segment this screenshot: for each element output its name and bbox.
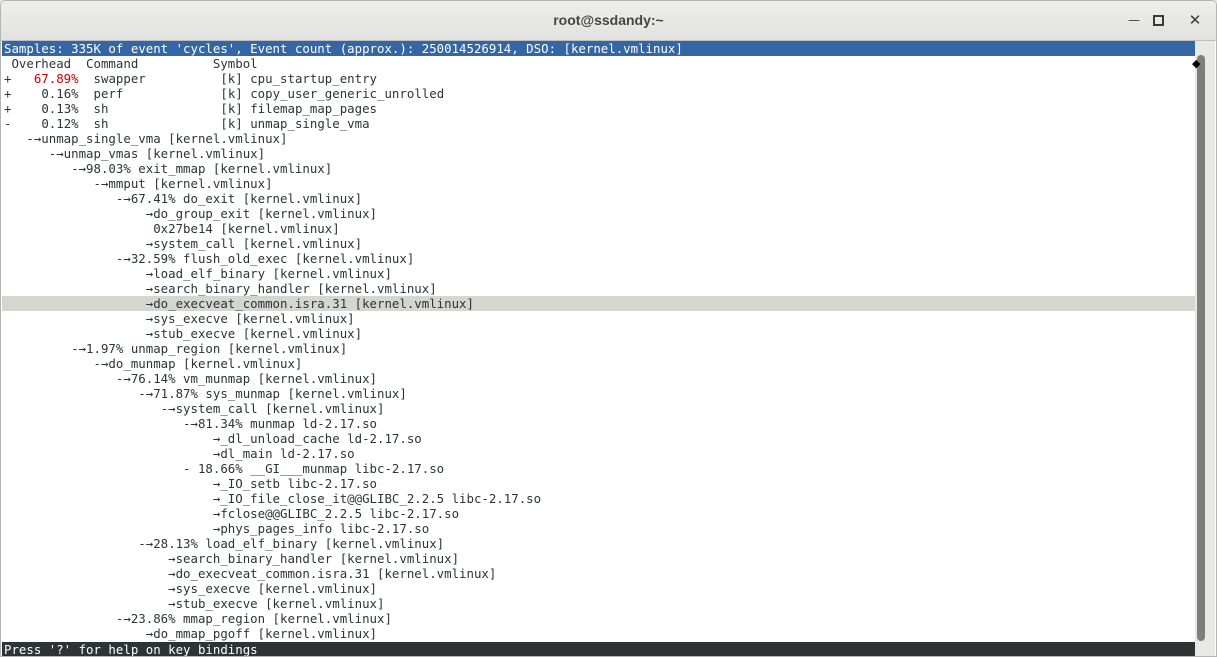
callchain-row[interactable]: -→do_munmap [kernel.vmlinux]: [2, 356, 1195, 371]
entry-list: + 67.89% swapper [k] cpu_startup_entry + …: [2, 71, 1195, 131]
callchain-row[interactable]: →sys_execve [kernel.vmlinux]: [2, 581, 1195, 596]
callchain-row[interactable]: →system_call [kernel.vmlinux]: [2, 236, 1195, 251]
callchain-row[interactable]: -→76.14% vm_munmap [kernel.vmlinux]: [2, 371, 1195, 386]
perf-report-view[interactable]: Samples: 335K of event 'cycles', Event c…: [2, 41, 1195, 656]
minimize-icon[interactable]: —: [1125, 11, 1143, 29]
callchain-row-selected[interactable]: →do_execveat_common.isra.31 [kernel.vmli…: [2, 296, 1195, 311]
callchain-row[interactable]: -→unmap_vmas [kernel.vmlinux]: [2, 146, 1195, 161]
callchain-row[interactable]: →dl_main ld-2.17.so: [2, 446, 1195, 461]
callchain-row[interactable]: -→81.34% munmap ld-2.17.so: [2, 416, 1195, 431]
entry-toggle: +: [4, 71, 34, 86]
entry-details: perf [k] copy_user_generic_unrolled: [78, 86, 445, 101]
entry-row[interactable]: + 0.16% perf [k] copy_user_generic_unrol…: [2, 86, 1195, 101]
callchain-row[interactable]: →do_execveat_common.isra.31 [kernel.vmli…: [2, 566, 1195, 581]
callchain-row[interactable]: →_IO_setb libc-2.17.so: [2, 476, 1195, 491]
callchain-row[interactable]: -→28.13% load_elf_binary [kernel.vmlinux…: [2, 536, 1195, 551]
callchain-row[interactable]: →_IO_file_close_it@@GLIBC_2.2.5 libc-2.1…: [2, 491, 1195, 506]
entry-details: sh [k] unmap_single_vma: [78, 116, 370, 131]
callchain-row[interactable]: -→71.87% sys_munmap [kernel.vmlinux]: [2, 386, 1195, 401]
callchain-row[interactable]: -→98.03% exit_mmap [kernel.vmlinux]: [2, 161, 1195, 176]
callchain-row[interactable]: →stub_execve [kernel.vmlinux]: [2, 326, 1195, 341]
callchain-row[interactable]: -→1.97% unmap_region [kernel.vmlinux]: [2, 341, 1195, 356]
callchain-row[interactable]: -→unmap_single_vma [kernel.vmlinux]: [2, 131, 1195, 146]
callchain-row[interactable]: →stub_execve [kernel.vmlinux]: [2, 596, 1195, 611]
callchain-row[interactable]: →do_mmap_pgoff [kernel.vmlinux]: [2, 626, 1195, 641]
callchain-row[interactable]: →_dl_unload_cache ld-2.17.so: [2, 431, 1195, 446]
callchain-row[interactable]: →fclose@@GLIBC_2.2.5 libc-2.17.so: [2, 506, 1195, 521]
title-bar[interactable]: root@ssdandy:~ — ✕: [1, 1, 1216, 41]
callchain-row[interactable]: →search_binary_handler [kernel.vmlinux]: [2, 551, 1195, 566]
callchain-tree: -→unmap_single_vma [kernel.vmlinux] -→un…: [2, 131, 1195, 641]
column-headers: Overhead Command Symbol: [4, 56, 258, 71]
callchain-row[interactable]: →phys_pages_info libc-2.17.so: [2, 521, 1195, 536]
status-bar: Press '?' for help on key bindings: [2, 642, 1195, 656]
callchain-row[interactable]: →search_binary_handler [kernel.vmlinux]: [2, 281, 1195, 296]
entry-toggle: +: [4, 86, 42, 101]
entry-toggle: -: [4, 116, 42, 131]
perf-header: Samples: 335K of event 'cycles', Event c…: [2, 41, 1195, 56]
overhead-percent: 67.89%: [33, 71, 79, 86]
overhead-percent: 0.16%: [41, 86, 79, 101]
callchain-row[interactable]: -→23.86% mmap_region [kernel.vmlinux]: [2, 611, 1195, 626]
entry-row[interactable]: - 0.12% sh [k] unmap_single_vma: [2, 116, 1195, 131]
scrollbar-thumb[interactable]: [1197, 55, 1205, 641]
vertical-scrollbar[interactable]: ◆: [1192, 41, 1215, 656]
window-title: root@ssdandy:~: [553, 12, 664, 28]
maximize-icon[interactable]: [1149, 11, 1167, 29]
callchain-row[interactable]: →do_group_exit [kernel.vmlinux]: [2, 206, 1195, 221]
callchain-row[interactable]: - 18.66% __GI___munmap libc-2.17.so: [2, 461, 1195, 476]
terminal-window: root@ssdandy:~ — ✕ Samples: 335K of even…: [0, 0, 1217, 657]
callchain-row[interactable]: -→32.59% flush_old_exec [kernel.vmlinux]: [2, 251, 1195, 266]
close-icon[interactable]: ✕: [1186, 11, 1204, 29]
overhead-percent: 0.12%: [41, 116, 79, 131]
scroll-marker-icon: ◆: [1192, 57, 1201, 70]
callchain-row[interactable]: -→mmput [kernel.vmlinux]: [2, 176, 1195, 191]
entry-toggle: +: [4, 101, 42, 116]
overhead-percent: 0.13%: [41, 101, 79, 116]
callchain-row[interactable]: -→system_call [kernel.vmlinux]: [2, 401, 1195, 416]
callchain-row[interactable]: -→67.41% do_exit [kernel.vmlinux]: [2, 191, 1195, 206]
callchain-row[interactable]: →sys_execve [kernel.vmlinux]: [2, 311, 1195, 326]
entry-row[interactable]: + 67.89% swapper [k] cpu_startup_entry: [2, 71, 1195, 86]
callchain-row[interactable]: →load_elf_binary [kernel.vmlinux]: [2, 266, 1195, 281]
entry-details: swapper [k] cpu_startup_entry: [78, 71, 378, 86]
callchain-row[interactable]: 0x27be14 [kernel.vmlinux]: [2, 221, 1195, 236]
entry-row[interactable]: + 0.13% sh [k] filemap_map_pages: [2, 101, 1195, 116]
entry-details: sh [k] filemap_map_pages: [78, 101, 378, 116]
